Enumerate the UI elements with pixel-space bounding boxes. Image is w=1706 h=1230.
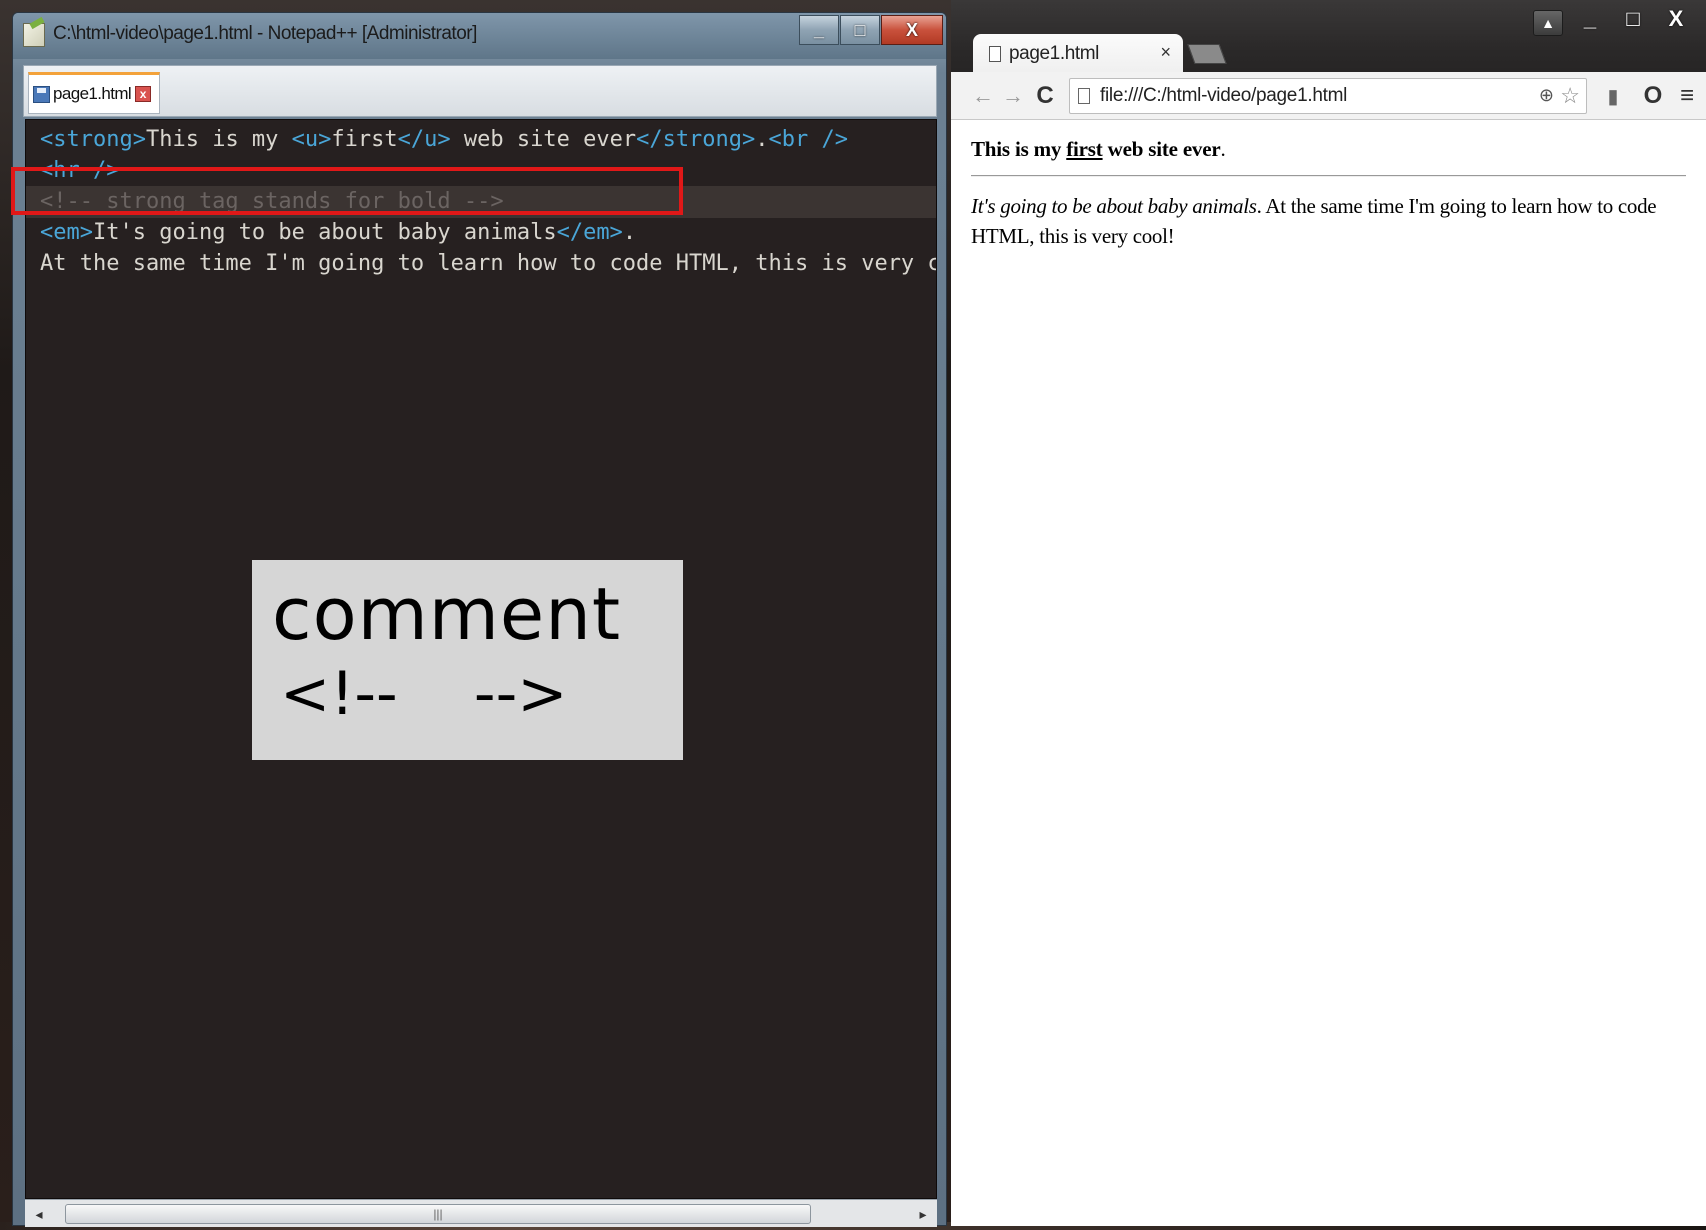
browser-window-controls: _ □ X: [1569, 4, 1698, 34]
saved-file-icon: [33, 85, 50, 103]
close-button[interactable]: X: [881, 15, 943, 45]
document-icon: [989, 46, 1001, 62]
code-tag: <br />: [768, 127, 849, 152]
comment-highlight-box: [11, 167, 683, 215]
comment-card-title: comment: [272, 572, 622, 656]
code-text: At the same time I'm going to learn how …: [40, 251, 937, 276]
code-line: At the same time I'm going to learn how …: [40, 248, 937, 280]
notepad-window-controls: _ □ X: [799, 15, 944, 45]
code-text: first: [331, 127, 398, 152]
forward-icon[interactable]: →: [999, 80, 1027, 112]
notepad-titlebar[interactable]: C:\html-video\page1.html - Notepad++ [Ad…: [13, 13, 946, 59]
zoom-icon[interactable]: ⊕: [1539, 85, 1554, 106]
code-text: .: [755, 127, 769, 152]
heading-underlined-word: first: [1066, 137, 1103, 161]
browser-tab-title: page1.html: [1009, 43, 1100, 64]
minimize-button[interactable]: _: [799, 15, 839, 45]
code-tag: </em>: [556, 220, 623, 245]
maximize-button[interactable]: □: [840, 15, 880, 45]
profile-icon[interactable]: ▲: [1533, 10, 1563, 36]
code-line: <strong>This is my <u>first</u> web site…: [40, 124, 848, 156]
notepad-window-title: C:\html-video\page1.html - Notepad++ [Ad…: [53, 23, 477, 44]
heading-text-2: web site ever: [1102, 137, 1221, 161]
browser-minimize-button[interactable]: _: [1569, 4, 1611, 34]
code-line: <em>It's going to be about baby animals<…: [40, 217, 636, 249]
bookmark-star-icon[interactable]: ☆: [1560, 83, 1580, 109]
address-url: file:///C:/html-video/page1.html: [1100, 85, 1348, 106]
scroll-right-icon[interactable]: ▸: [909, 1200, 937, 1228]
notepad-tab-strip: page1.html x: [23, 65, 937, 117]
browser-maximize-button[interactable]: □: [1612, 4, 1654, 34]
scroll-left-icon[interactable]: ◂: [25, 1200, 53, 1228]
heading-period: .: [1220, 137, 1226, 161]
code-text: It's going to be about baby animals: [92, 220, 557, 245]
page-paragraph: It's going to be about baby animals. At …: [971, 191, 1686, 251]
menu-icon[interactable]: ≡: [1673, 80, 1701, 112]
code-tag: <u>: [291, 127, 332, 152]
tab-close-icon[interactable]: x: [135, 86, 152, 102]
extension-icon[interactable]: ▮: [1599, 80, 1627, 112]
browser-toolbar: ← → C file:///C:/html-video/page1.html ⊕…: [951, 72, 1706, 120]
comment-overlay-card: comment <!-- -->: [252, 560, 683, 760]
code-tag: </strong>: [636, 127, 756, 152]
browser-close-button[interactable]: X: [1655, 4, 1697, 34]
new-tab-button[interactable]: [1187, 44, 1227, 64]
notepad-app-icon: [23, 23, 45, 47]
code-tag: <em>: [40, 220, 93, 245]
horizontal-rule: [971, 175, 1686, 177]
tab-page1-html[interactable]: page1.html x: [28, 72, 160, 114]
browser-window: page1.html × ▲ _ □ X ← → C file:///C:/ht…: [951, 0, 1706, 1226]
browser-tab-page1[interactable]: page1.html ×: [973, 34, 1183, 74]
scrollbar-thumb[interactable]: |||: [65, 1204, 811, 1224]
tab-label: page1.html: [53, 84, 132, 103]
address-bar[interactable]: file:///C:/html-video/page1.html ⊕ ☆: [1069, 78, 1587, 114]
code-text: .: [622, 220, 637, 245]
back-icon[interactable]: ←: [969, 80, 997, 112]
code-text: This is my: [145, 127, 292, 152]
reload-icon[interactable]: C: [1031, 80, 1059, 112]
horizontal-scrollbar[interactable]: ◂ ||| ▸: [25, 1199, 937, 1227]
browser-tab-close-icon[interactable]: ×: [1160, 42, 1171, 63]
comment-card-syntax: <!-- -->: [280, 659, 568, 729]
code-tag: <strong>: [40, 127, 146, 152]
code-text: web site ever: [450, 127, 637, 152]
heading-text-1: This is my: [971, 137, 1067, 161]
rendered-page: This is my first web site ever. It's goi…: [951, 121, 1706, 1226]
code-tag: </u>: [397, 127, 451, 152]
italic-sentence: It's going to be about baby animals: [971, 194, 1257, 218]
opera-extension-icon[interactable]: O: [1639, 80, 1667, 112]
code-editor[interactable]: <strong>This is my <u>first</u> web site…: [25, 119, 937, 1199]
page-info-icon[interactable]: [1078, 88, 1090, 104]
page-heading: This is my first web site ever.: [971, 135, 1686, 163]
